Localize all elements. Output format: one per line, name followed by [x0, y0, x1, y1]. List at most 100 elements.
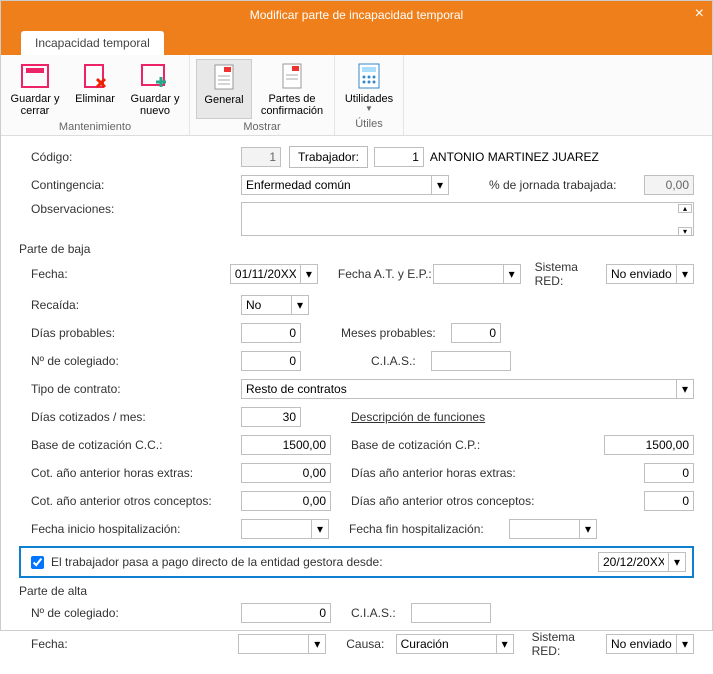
fecha-at-label: Fecha A.T. y E.P.: [338, 267, 433, 281]
hosp-ini-input[interactable]: ▾ [241, 519, 329, 539]
observaciones-label: Observaciones: [31, 202, 241, 216]
fecha-alta-input[interactable]: ▾ [238, 634, 326, 654]
cot-otros-label: Cot. año anterior otros conceptos: [31, 494, 241, 508]
sistema-red-baja-label: Sistema RED: [535, 260, 606, 288]
causa-select[interactable]: ▾ [396, 634, 514, 654]
save-new-icon [139, 61, 171, 91]
ribbon-group-mantenimiento: Guardar y cerrar Eliminar Guardar y nuev… [1, 55, 190, 135]
codigo-input[interactable] [241, 147, 281, 167]
cot-otros-input[interactable] [241, 491, 331, 511]
jornada-label: % de jornada trabajada: [489, 178, 616, 192]
hosp-ini-label: Fecha inicio hospitalización: [31, 522, 241, 536]
partes-button[interactable]: Partes de confirmación [256, 59, 328, 119]
section-baja: Parte de baja [19, 242, 694, 256]
recaida-select[interactable]: ▾ [241, 295, 309, 315]
colegiado-baja-input[interactable] [241, 351, 301, 371]
colegiado-alta-label: Nº de colegiado: [31, 606, 241, 620]
save-new-button[interactable]: Guardar y nuevo [127, 59, 183, 119]
cias-baja-input[interactable] [431, 351, 511, 371]
dias-cotiz-label: Días cotizados / mes: [31, 410, 241, 424]
general-button[interactable]: General [196, 59, 252, 119]
chevron-down-icon[interactable]: ▾ [311, 519, 329, 539]
scroll-down-icon[interactable]: ▾ [678, 227, 692, 236]
chevron-down-icon[interactable]: ▾ [300, 264, 318, 284]
sistema-red-alta-label: Sistema RED: [532, 630, 606, 658]
contingencia-label: Contingencia: [31, 178, 241, 192]
ribbon-group-mostrar: General Partes de confirmación Mostrar [190, 55, 335, 135]
chevron-down-icon[interactable]: ▾ [496, 634, 514, 654]
base-cp-label: Base de cotización C.P.: [351, 438, 531, 452]
meses-prob-input[interactable] [451, 323, 501, 343]
chevron-down-icon[interactable]: ▾ [431, 175, 449, 195]
hosp-fin-label: Fecha fin hospitalización: [349, 522, 509, 536]
tipo-contrato-select[interactable]: ▾ [241, 379, 694, 399]
jornada-input[interactable] [644, 175, 694, 195]
base-cc-label: Base de cotización C.C.: [31, 438, 241, 452]
chevron-down-icon[interactable]: ▾ [579, 519, 597, 539]
chevron-down-icon[interactable]: ▾ [308, 634, 326, 654]
base-cc-input[interactable] [241, 435, 331, 455]
utilidades-button[interactable]: Utilidades ▼ [341, 59, 397, 116]
trabajador-button[interactable]: Trabajador: [289, 146, 368, 168]
tabstrip: Incapacidad temporal [1, 29, 712, 55]
save-icon [19, 61, 51, 91]
form-area: Código: Trabajador: ANTONIO MARTINEZ JUA… [1, 136, 712, 674]
meses-prob-label: Meses probables: [341, 326, 451, 340]
tab-incapacidad[interactable]: Incapacidad temporal [21, 31, 164, 55]
fecha-baja-input[interactable]: ▾ [230, 264, 318, 284]
chevron-down-icon[interactable]: ▾ [503, 264, 521, 284]
ribbon-group-utiles: Utilidades ▼ Útiles [335, 55, 404, 135]
close-icon[interactable]: × [695, 5, 704, 23]
chevron-down-icon[interactable]: ▾ [676, 634, 694, 654]
delete-button[interactable]: Eliminar [67, 59, 123, 119]
observaciones-textarea[interactable]: ▴▾ [241, 202, 694, 236]
trabajador-name: ANTONIO MARTINEZ JUAREZ [430, 150, 599, 164]
contingencia-select[interactable]: ▾ [241, 175, 449, 195]
window-title: Modificar parte de incapacidad temporal [250, 8, 463, 22]
pago-directo-label: El trabajador pasa a pago directo de la … [51, 555, 383, 569]
chevron-down-icon[interactable]: ▾ [291, 295, 309, 315]
save-close-button[interactable]: Guardar y cerrar [7, 59, 63, 119]
dias-prob-label: Días probables: [31, 326, 241, 340]
sistema-red-alta-select[interactable]: ▾ [606, 634, 694, 654]
ribbon-group-title-mantenimiento: Mantenimiento [7, 121, 183, 133]
dias-prob-input[interactable] [241, 323, 301, 343]
pago-directo-checkbox[interactable] [31, 556, 44, 569]
fecha-at-input[interactable]: ▾ [433, 264, 521, 284]
dias-horas-input[interactable] [644, 463, 694, 483]
dias-cotiz-input[interactable] [241, 407, 301, 427]
document-icon [208, 62, 240, 92]
ribbon-group-title-utiles: Útiles [341, 118, 397, 130]
chevron-down-icon[interactable]: ▾ [676, 264, 694, 284]
titlebar: Modificar parte de incapacidad temporal … [1, 1, 712, 29]
scroll-up-icon[interactable]: ▴ [678, 204, 692, 213]
sistema-red-baja-select[interactable]: ▾ [606, 264, 694, 284]
desc-func-link[interactable]: Descripción de funciones [351, 410, 485, 424]
dias-otros-label: Días año anterior otros conceptos: [351, 494, 541, 508]
cias-alta-input[interactable] [411, 603, 491, 623]
chevron-down-icon: ▼ [365, 105, 373, 114]
colegiado-baja-label: Nº de colegiado: [31, 354, 241, 368]
dias-horas-label: Días año anterior horas extras: [351, 466, 531, 480]
fecha-alta-label: Fecha: [31, 637, 238, 651]
chevron-down-icon[interactable]: ▾ [668, 552, 686, 572]
pago-directo-row: El trabajador pasa a pago directo de la … [19, 546, 694, 578]
chevron-down-icon[interactable]: ▾ [676, 379, 694, 399]
pago-directo-date[interactable]: ▾ [598, 552, 686, 572]
colegiado-alta-input[interactable] [241, 603, 331, 623]
trabajador-num-input[interactable] [374, 147, 424, 167]
recaida-label: Recaída: [31, 298, 241, 312]
cot-horas-input[interactable] [241, 463, 331, 483]
delete-icon [79, 61, 111, 91]
ribbon: Guardar y cerrar Eliminar Guardar y nuev… [1, 55, 712, 136]
causa-label: Causa: [346, 637, 395, 651]
base-cp-input[interactable] [604, 435, 694, 455]
cias-alta-label: C.I.A.S.: [351, 606, 411, 620]
hosp-fin-input[interactable]: ▾ [509, 519, 597, 539]
tipo-contrato-label: Tipo de contrato: [31, 382, 241, 396]
codigo-label: Código: [31, 150, 241, 164]
section-alta: Parte de alta [19, 584, 694, 598]
cias-baja-label: C.I.A.S.: [371, 354, 431, 368]
fecha-baja-label: Fecha: [31, 267, 230, 281]
dias-otros-input[interactable] [644, 491, 694, 511]
